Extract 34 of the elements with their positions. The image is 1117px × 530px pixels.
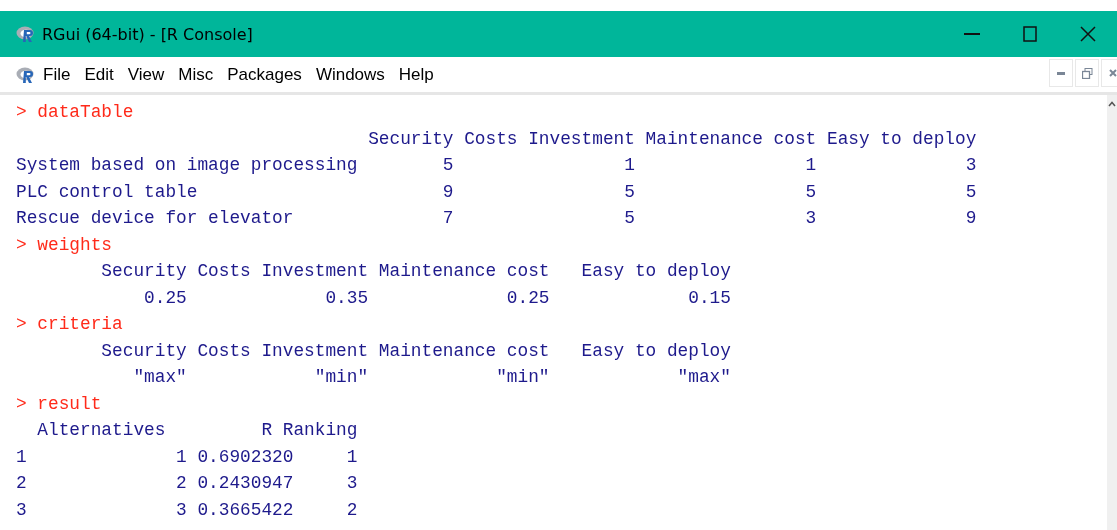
maximize-icon[interactable] <box>1023 26 1037 42</box>
menu-item[interactable]: Edit <box>77 64 121 85</box>
console-output: "max" "min" "min" "max" <box>132 366 731 389</box>
scroll-up-icon[interactable] <box>1108 101 1116 107</box>
menu-item[interactable]: Windows <box>308 64 392 85</box>
menu-item[interactable]: File <box>36 64 78 85</box>
console-output: Alternatives R Ranking <box>36 419 358 442</box>
console-output: System based on image processing 5 1 1 3 <box>16 154 977 177</box>
console-command: > criteria <box>16 313 123 336</box>
console-output: Security Costs Investment Maintenance cost Easy to deploy <box>100 339 731 363</box>
console-output: Security Costs Investment Maintenance cost Easy to deploy <box>100 260 731 283</box>
close-icon[interactable] <box>1080 26 1096 42</box>
console-output: 0.25 0.35 0.25 0.15 <box>143 286 731 310</box>
minimize-icon[interactable] <box>1057 71 1065 75</box>
console-output: 3 3 0.3665422 2 <box>16 498 358 522</box>
r-logo-icon <box>16 65 36 84</box>
console-output: 1 1 0.6902320 1 <box>16 445 358 469</box>
restore-icon[interactable] <box>1081 67 1093 79</box>
menu-item[interactable]: View <box>120 64 172 85</box>
close-icon[interactable] <box>1109 69 1117 77</box>
console-output: 2 2 0.2430947 3 <box>16 472 358 495</box>
minimize-button[interactable] <box>1049 59 1073 87</box>
console-output: PLC control table 9 5 5 5 <box>16 180 977 204</box>
console-output: Rescue device for elevator 7 5 3 9 <box>16 207 977 230</box>
menu-item[interactable]: Help <box>391 64 441 85</box>
console-output: Security Costs Investment Maintenance cost Easy to deploy <box>367 127 977 151</box>
menu-item[interactable]: Packages <box>220 64 309 85</box>
menu-item[interactable]: Misc <box>171 64 221 85</box>
console-command: > dataTable <box>16 101 134 124</box>
r-logo-icon <box>16 25 36 43</box>
restore-button[interactable] <box>1075 59 1099 87</box>
window-title: RGui (64-bit) - [R Console] <box>42 24 254 44</box>
console-command: > result <box>16 392 102 416</box>
console-command: > weights <box>16 233 113 257</box>
